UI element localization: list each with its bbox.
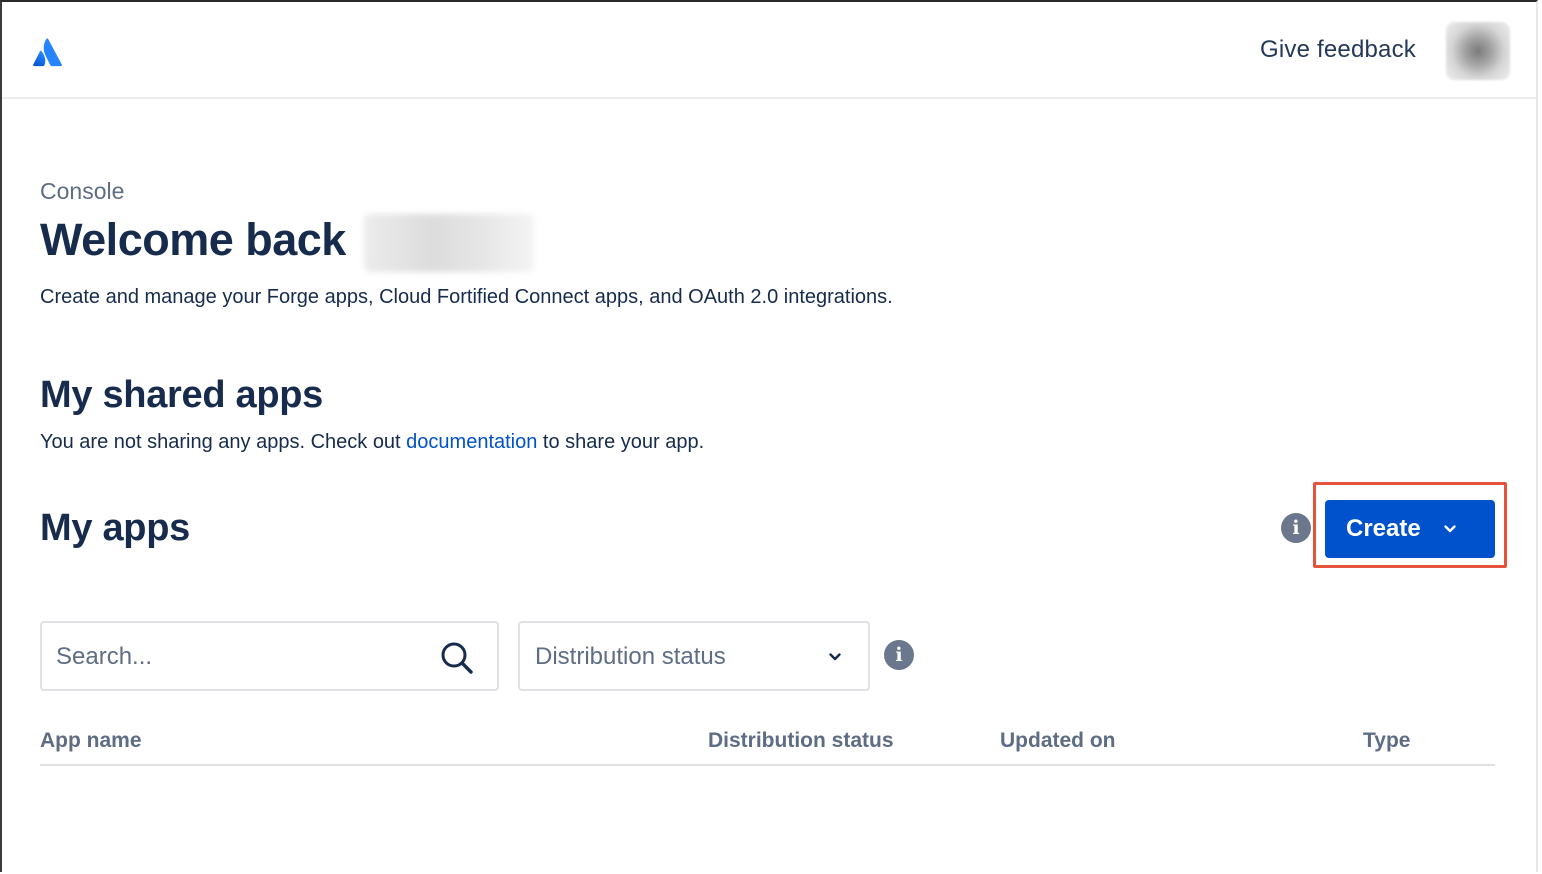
chevron-down-icon: [829, 653, 841, 661]
search-input[interactable]: [54, 635, 428, 679]
documentation-link[interactable]: documentation: [406, 431, 537, 453]
column-header-distribution-status[interactable]: Distribution status: [708, 729, 894, 753]
shared-apps-text-after: to share your app.: [537, 431, 705, 453]
shared-apps-text-before: You are not sharing any apps. Check out: [40, 431, 407, 453]
info-icon[interactable]: i: [1281, 513, 1311, 543]
give-feedback-link[interactable]: Give feedback: [1260, 36, 1416, 64]
create-button-label: Create: [1346, 515, 1421, 542]
table-header-divider: [40, 764, 1495, 766]
breadcrumb[interactable]: Console: [40, 178, 124, 205]
search-field[interactable]: [40, 621, 499, 691]
top-navigation-bar: Give feedback: [2, 2, 1536, 99]
column-header-app-name[interactable]: App name: [40, 729, 142, 753]
page-description: Create and manage your Forge apps, Cloud…: [40, 286, 893, 308]
search-icon[interactable]: [438, 639, 476, 677]
shared-apps-heading: My shared apps: [40, 374, 324, 416]
shared-apps-message: You are not sharing any apps. Check out …: [40, 431, 704, 454]
my-apps-heading: My apps: [40, 507, 190, 549]
column-header-updated-on[interactable]: Updated on: [1000, 729, 1116, 753]
distribution-status-select[interactable]: Distribution status: [518, 621, 870, 691]
atlassian-logo-icon[interactable]: [32, 34, 66, 68]
info-icon[interactable]: i: [884, 640, 914, 670]
chevron-down-icon: [1444, 525, 1456, 533]
column-header-type[interactable]: Type: [1363, 729, 1410, 753]
page-title: Welcome back: [40, 214, 346, 265]
redacted-user-name: [364, 214, 534, 272]
user-avatar[interactable]: [1446, 22, 1510, 80]
distribution-status-select-label: Distribution status: [535, 643, 726, 670]
create-button[interactable]: Create: [1325, 500, 1495, 558]
